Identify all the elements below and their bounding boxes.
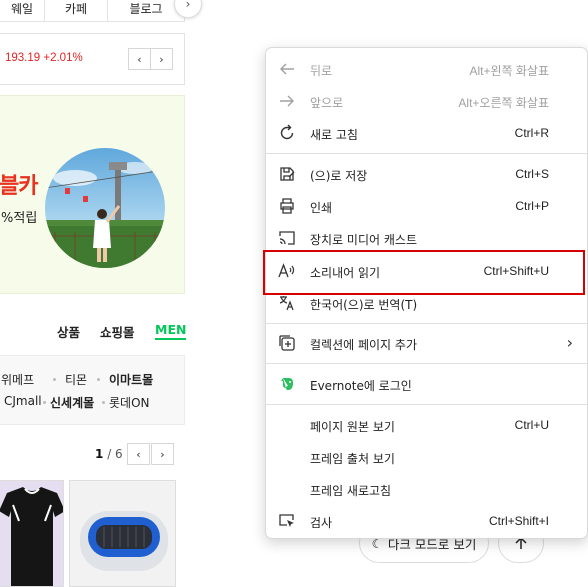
menu-item-refresh[interactable]: 새로 고침 Ctrl+R [266,117,587,149]
product-card-tshirt[interactable] [0,480,64,587]
product-card-device[interactable] [69,480,176,587]
stock-next-button[interactable]: › [150,48,173,70]
evernote-icon [281,378,293,390]
collections-icon [279,335,295,351]
menu-item-save-as[interactable]: (으)로 저장 Ctrl+S [266,158,587,190]
menu-separator [266,153,587,154]
shopping-tabs: 상품 쇼핑몰 MEN [0,322,187,342]
stock-widget: 193.19 +2.01% ‹ › [0,33,185,85]
tab-men[interactable]: MEN [155,322,187,340]
menu-item-shortcut: Ctrl+U [514,418,549,432]
menu-item-label: 페이지 원본 보기 [310,420,395,434]
tab-whale[interactable]: 웨일 [0,0,45,22]
chevron-right-icon: › [160,447,165,461]
inspect-icon [279,514,294,527]
banner-subtitle: %적립 [1,211,38,226]
banner-photo [45,148,165,268]
current-page: 1 [95,447,104,461]
submenu-chevron-icon: › [566,333,573,352]
menu-item-view-page-source[interactable]: 페이지 원본 보기 Ctrl+U [266,409,587,441]
chevron-right-icon: › [159,52,164,66]
products-prev-button[interactable]: ‹ [127,443,150,465]
top-tab-bar: 웨일 카페 블로그 [0,0,185,22]
print-icon [280,198,294,214]
menu-item-label: (으)로 저장 [310,169,368,183]
stock-change: 193.19 +2.01% [5,52,83,64]
separator-dot [53,378,56,381]
chevron-left-icon: ‹ [137,52,142,66]
chevron-left-icon: ‹ [136,447,141,461]
separator-dot [97,378,100,381]
tab-shopping-malls[interactable]: 쇼핑몰 [100,322,135,341]
forward-arrow-icon [280,95,294,107]
mall-list: 위메프 티몬 이마트몰 CJmall 신세계몰 롯데ON [0,355,185,425]
stock-prev-button[interactable]: ‹ [128,48,151,70]
mall-link-tmon[interactable]: 티몬 [65,371,87,388]
refresh-icon [280,124,294,140]
menu-separator [266,363,587,364]
tshirt-image [0,487,63,586]
cast-icon [279,231,295,245]
total-pages: / 6 [107,447,123,461]
menu-item-inspect[interactable]: 검사 Ctrl+Shift+I [266,505,587,537]
menu-item-shortcut: Ctrl+P [515,199,549,213]
menu-item-label: Evernote에 로그인 [310,379,412,393]
menu-item-label: 프레임 새로고침 [310,484,392,498]
menu-item-label: 앞으로 [310,96,344,110]
menu-item-forward[interactable]: 앞으로 Alt+오른쪽 화살표 [266,85,587,117]
menu-separator [266,404,587,405]
chevron-right-icon: › [185,0,191,11]
separator-dot [102,401,105,404]
menu-item-label: 뒤로 [310,64,333,78]
menu-item-add-to-collections[interactable]: 컬렉션에 페이지 추가 › [266,327,587,359]
menu-item-label: 컬렉션에 페이지 추가 [310,338,417,352]
highlight-box [263,250,585,295]
menu-item-reload-frame[interactable]: 프레임 새로고침 [266,473,587,505]
product-pagination: 1 / 6 [95,447,123,461]
menu-item-label: 장치로 미디어 캐스트 [310,233,417,247]
tab-products[interactable]: 상품 [57,322,80,341]
menu-item-back[interactable]: 뒤로 Alt+왼쪽 화살표 [266,53,587,85]
menu-item-shortcut: Ctrl+S [515,167,549,181]
menu-item-shortcut: Alt+왼쪽 화살표 [469,64,549,78]
promo-banner[interactable]: 블카 %적립 [0,95,185,294]
products-next-button[interactable]: › [151,443,174,465]
separator-dot [43,401,46,404]
menu-item-label: 프레임 출처 보기 [310,452,395,466]
mall-link-shinsegae[interactable]: 신세계몰 [50,394,94,411]
translate-icon [279,296,294,311]
menu-separator [266,323,587,324]
mall-link-emart[interactable]: 이마트몰 [109,371,153,388]
menu-item-evernote-login[interactable]: Evernote에 로그인 [266,368,587,400]
menu-item-shortcut: Alt+오른쪽 화살표 [458,96,549,110]
menu-item-label: 새로 고침 [310,128,358,142]
mall-link-lotteon[interactable]: 롯데ON [109,394,150,411]
menu-item-label: 인쇄 [310,201,333,215]
menu-item-view-frame-source[interactable]: 프레임 출처 보기 [266,441,587,473]
back-arrow-icon [280,63,294,75]
menu-item-label: 한국어(으)로 번역(T) [310,298,418,312]
menu-item-label: 검사 [310,516,333,530]
banner-title: 블카 [0,174,38,199]
tab-cafe[interactable]: 카페 [45,0,108,22]
mall-link-wemakeprice[interactable]: 위메프 [1,371,34,388]
save-as-icon [280,167,295,181]
menu-item-print[interactable]: 인쇄 Ctrl+P [266,190,587,222]
device-image [80,511,168,571]
menu-item-shortcut: Ctrl+R [514,126,549,140]
mall-link-cjmall[interactable]: CJmall [4,394,42,408]
menu-item-shortcut: Ctrl+Shift+I [488,514,549,528]
